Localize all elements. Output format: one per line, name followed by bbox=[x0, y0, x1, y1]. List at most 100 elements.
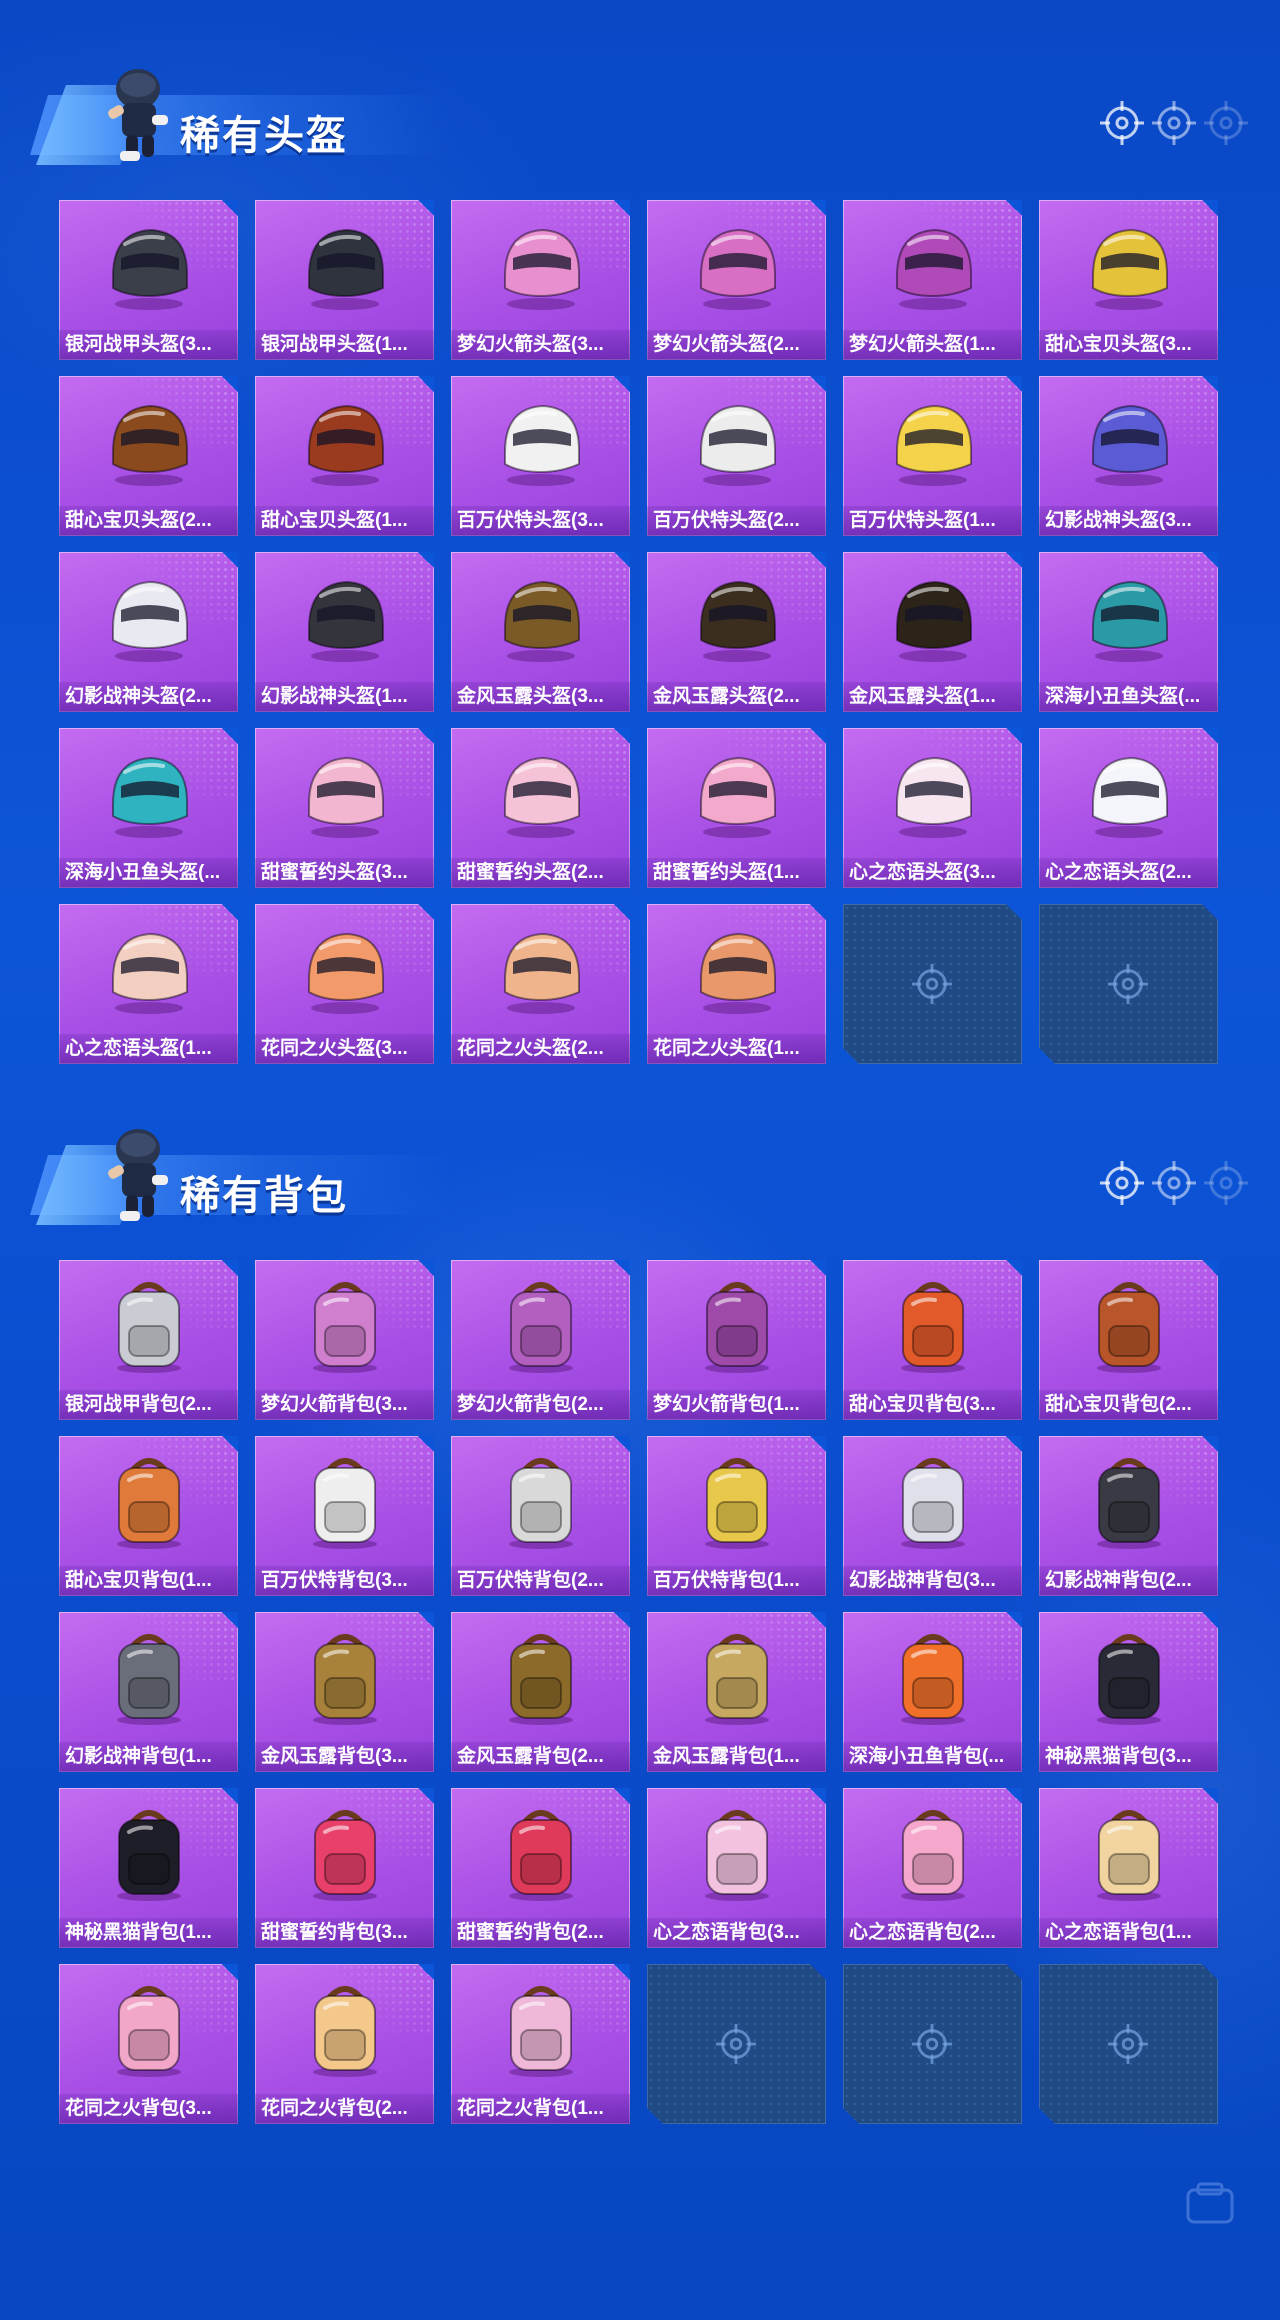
helmet-card[interactable]: 心之恋语头盔(3... bbox=[843, 728, 1022, 888]
helmet-card[interactable]: 银河战甲头盔(3... bbox=[59, 200, 238, 360]
backpack-card[interactable]: 花同之火背包(2... bbox=[255, 1964, 434, 2124]
helmet-card[interactable]: 甜蜜誓约头盔(1... bbox=[647, 728, 826, 888]
backpack-card[interactable]: 花同之火背包(3... bbox=[59, 1964, 238, 2124]
backpack-icon bbox=[117, 1282, 181, 1373]
backpack-card[interactable]: 花同之火背包(1... bbox=[451, 1964, 630, 2124]
empty-slot bbox=[1039, 1964, 1218, 2124]
backpack-card[interactable]: 梦幻火箭背包(2... bbox=[451, 1260, 630, 1420]
helmet-card[interactable]: 幻影战神头盔(2... bbox=[59, 552, 238, 712]
backpack-card[interactable]: 心之恋语背包(3... bbox=[647, 1788, 826, 1948]
helmet-card[interactable]: 花同之火头盔(1... bbox=[647, 904, 826, 1064]
backpack-card[interactable]: 梦幻火箭背包(1... bbox=[647, 1260, 826, 1420]
backpack-icon bbox=[1097, 1634, 1161, 1725]
empty-slot bbox=[647, 1964, 826, 2124]
backpack-card[interactable]: 百万伏特背包(2... bbox=[451, 1436, 630, 1596]
backpack-card[interactable]: 甜蜜誓约背包(3... bbox=[255, 1788, 434, 1948]
empty-slot bbox=[843, 904, 1022, 1064]
backpack-card[interactable]: 百万伏特背包(1... bbox=[647, 1436, 826, 1596]
helmet-card[interactable]: 甜蜜誓约头盔(2... bbox=[451, 728, 630, 888]
item-name: 花同之火背包(2... bbox=[255, 2094, 434, 2124]
helmet-card[interactable]: 幻影战神头盔(1... bbox=[255, 552, 434, 712]
backpack-card[interactable]: 幻影战神背包(2... bbox=[1039, 1436, 1218, 1596]
backpack-card[interactable]: 深海小丑鱼背包(... bbox=[843, 1612, 1022, 1772]
helmet-card[interactable]: 花同之火头盔(2... bbox=[451, 904, 630, 1064]
backpack-card[interactable]: 银河战甲背包(2... bbox=[59, 1260, 238, 1420]
backpack-card[interactable]: 金风玉露背包(3... bbox=[255, 1612, 434, 1772]
item-name: 梦幻火箭头盔(3... bbox=[451, 330, 630, 360]
helmet-card[interactable]: 百万伏特头盔(3... bbox=[451, 376, 630, 536]
backpack-card[interactable]: 神秘黑猫背包(1... bbox=[59, 1788, 238, 1948]
helmet-card[interactable]: 百万伏特头盔(2... bbox=[647, 376, 826, 536]
item-name: 甜心宝贝背包(1... bbox=[59, 1566, 238, 1596]
helmet-card[interactable]: 金风玉露头盔(1... bbox=[843, 552, 1022, 712]
helmet-card[interactable]: 甜蜜誓约头盔(3... bbox=[255, 728, 434, 888]
helmet-icon bbox=[896, 756, 972, 838]
helmet-icon bbox=[504, 932, 580, 1014]
helmet-card[interactable]: 金风玉露头盔(3... bbox=[451, 552, 630, 712]
helmet-card[interactable]: 梦幻火箭头盔(3... bbox=[451, 200, 630, 360]
helmet-card[interactable]: 深海小丑鱼头盔(... bbox=[59, 728, 238, 888]
backpack-card[interactable]: 梦幻火箭背包(3... bbox=[255, 1260, 434, 1420]
backpack-icon bbox=[1097, 1458, 1161, 1549]
item-name: 幻影战神头盔(3... bbox=[1039, 506, 1218, 536]
backpack-card[interactable]: 神秘黑猫背包(3... bbox=[1039, 1612, 1218, 1772]
item-name: 甜蜜誓约背包(3... bbox=[255, 1918, 434, 1948]
helmet-card[interactable]: 百万伏特头盔(1... bbox=[843, 376, 1022, 536]
helmet-icon bbox=[112, 404, 188, 486]
item-name: 幻影战神头盔(1... bbox=[255, 682, 434, 712]
item-name: 金风玉露头盔(1... bbox=[843, 682, 1022, 712]
empty-slot-icon bbox=[909, 961, 955, 1007]
item-name: 甜蜜誓约头盔(1... bbox=[647, 858, 826, 888]
backpack-card[interactable]: 幻影战神背包(1... bbox=[59, 1612, 238, 1772]
helmet-icon bbox=[112, 580, 188, 662]
helmet-icon bbox=[308, 404, 384, 486]
backpack-icon bbox=[313, 1810, 377, 1901]
item-name: 甜心宝贝头盔(3... bbox=[1039, 330, 1218, 360]
helmet-icon bbox=[700, 580, 776, 662]
helmet-card[interactable]: 深海小丑鱼头盔(... bbox=[1039, 552, 1218, 712]
item-name: 梦幻火箭背包(1... bbox=[647, 1390, 826, 1420]
helmet-icon bbox=[1092, 580, 1168, 662]
backpack-card[interactable]: 甜蜜誓约背包(2... bbox=[451, 1788, 630, 1948]
target-icon bbox=[1100, 101, 1144, 145]
item-name: 甜蜜誓约头盔(3... bbox=[255, 858, 434, 888]
helmet-card[interactable]: 甜心宝贝头盔(3... bbox=[1039, 200, 1218, 360]
helmet-icon bbox=[896, 580, 972, 662]
backpack-card[interactable]: 甜心宝贝背包(2... bbox=[1039, 1260, 1218, 1420]
item-name: 心之恋语头盔(3... bbox=[843, 858, 1022, 888]
helmet-card[interactable]: 心之恋语头盔(2... bbox=[1039, 728, 1218, 888]
backpack-card[interactable]: 心之恋语背包(2... bbox=[843, 1788, 1022, 1948]
section-title: 稀有头盔 bbox=[180, 114, 348, 158]
item-name: 百万伏特头盔(3... bbox=[451, 506, 630, 536]
item-name: 幻影战神背包(3... bbox=[843, 1566, 1022, 1596]
item-name: 金风玉露头盔(2... bbox=[647, 682, 826, 712]
helmet-card[interactable]: 幻影战神头盔(3... bbox=[1039, 376, 1218, 536]
helmet-card[interactable]: 甜心宝贝头盔(1... bbox=[255, 376, 434, 536]
backpack-icon bbox=[313, 1634, 377, 1725]
helmet-card[interactable]: 心之恋语头盔(1... bbox=[59, 904, 238, 1064]
item-name: 百万伏特头盔(1... bbox=[843, 506, 1022, 536]
helmet-icon bbox=[112, 756, 188, 838]
item-name: 深海小丑鱼背包(... bbox=[843, 1742, 1022, 1772]
backpack-icon bbox=[901, 1634, 965, 1725]
decorative-targets bbox=[1098, 1159, 1248, 1211]
item-name: 甜蜜誓约头盔(2... bbox=[451, 858, 630, 888]
helmet-card[interactable]: 花同之火头盔(3... bbox=[255, 904, 434, 1064]
helmet-card[interactable]: 甜心宝贝头盔(2... bbox=[59, 376, 238, 536]
backpack-card[interactable]: 心之恋语背包(1... bbox=[1039, 1788, 1218, 1948]
backpack-card[interactable]: 金风玉露背包(1... bbox=[647, 1612, 826, 1772]
backpack-card[interactable]: 金风玉露背包(2... bbox=[451, 1612, 630, 1772]
backpack-card[interactable]: 百万伏特背包(3... bbox=[255, 1436, 434, 1596]
item-name: 金风玉露背包(2... bbox=[451, 1742, 630, 1772]
helmet-card[interactable]: 银河战甲头盔(1... bbox=[255, 200, 434, 360]
item-name: 幻影战神背包(1... bbox=[59, 1742, 238, 1772]
helmet-card[interactable]: 金风玉露头盔(2... bbox=[647, 552, 826, 712]
helmet-card[interactable]: 梦幻火箭头盔(1... bbox=[843, 200, 1022, 360]
backpack-icon bbox=[117, 1634, 181, 1725]
backpack-card[interactable]: 甜心宝贝背包(1... bbox=[59, 1436, 238, 1596]
backpack-card[interactable]: 幻影战神背包(3... bbox=[843, 1436, 1022, 1596]
backpack-icon bbox=[1097, 1810, 1161, 1901]
helmet-card[interactable]: 梦幻火箭头盔(2... bbox=[647, 200, 826, 360]
backpack-card[interactable]: 甜心宝贝背包(3... bbox=[843, 1260, 1022, 1420]
helmet-icon bbox=[504, 580, 580, 662]
